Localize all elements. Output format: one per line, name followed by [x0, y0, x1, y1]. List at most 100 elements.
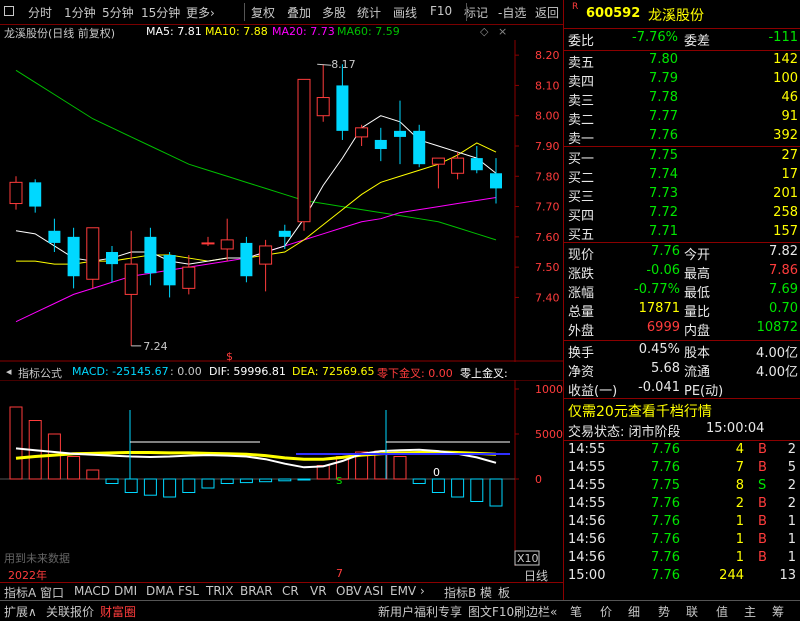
bid-row[interactable]: 买五 7.71 157: [564, 224, 800, 243]
candle[interactable]: [374, 127, 387, 162]
candle[interactable]: [124, 230, 138, 346]
indicator-tab-8[interactable]: CR: [282, 584, 299, 598]
stat-row: 涨幅 -0.77% 最低 7.69: [564, 282, 800, 301]
status-item-8[interactable]: 细: [628, 603, 640, 620]
status-item-7[interactable]: 价: [600, 603, 612, 620]
status-item-6[interactable]: 笔: [570, 603, 582, 620]
ask-row[interactable]: 卖五 7.80 142: [564, 52, 800, 71]
candle[interactable]: [9, 176, 23, 210]
candle-body: [394, 130, 406, 137]
promo-text[interactable]: 仅需20元查看千档行情: [568, 401, 712, 421]
candle[interactable]: [163, 252, 176, 298]
macd-bar: [86, 469, 100, 480]
candle[interactable]: [48, 218, 61, 252]
status-item-9[interactable]: 势: [658, 603, 670, 620]
indicator-tab-15[interactable]: 模: [480, 584, 492, 601]
indicator-tab-13[interactable]: ›: [420, 584, 425, 598]
candle[interactable]: [355, 124, 369, 146]
toolbar-item-6[interactable]: 叠加: [287, 4, 311, 21]
indicator-tab-4[interactable]: DMA: [146, 584, 174, 598]
bid-row[interactable]: 买二 7.74 17: [564, 167, 800, 186]
status-item-13[interactable]: 筹: [772, 603, 784, 620]
ask-row[interactable]: 卖四 7.79 100: [564, 71, 800, 90]
bid-row[interactable]: 买一 7.75 27: [564, 148, 800, 167]
ask-row[interactable]: 卖一 7.76 392: [564, 128, 800, 147]
bid-row[interactable]: 买三 7.73 201: [564, 186, 800, 205]
indicator-tab-10[interactable]: OBV: [336, 584, 362, 598]
candle[interactable]: [278, 224, 291, 249]
candle[interactable]: [451, 152, 465, 180]
indicator-tab-2[interactable]: MACD: [74, 584, 110, 598]
x10-label[interactable]: X10: [517, 552, 539, 565]
candle[interactable]: [470, 146, 483, 174]
candle[interactable]: [316, 64, 330, 122]
window-menu-icon[interactable]: [4, 6, 14, 16]
indicator-name[interactable]: 指标公式: [18, 365, 62, 381]
toolbar-item-12[interactable]: -自选: [498, 4, 526, 21]
timeline-month: 7: [336, 567, 343, 580]
ask-row[interactable]: 卖二 7.77 91: [564, 109, 800, 128]
candle[interactable]: [297, 78, 311, 231]
candle[interactable]: [240, 236, 253, 283]
status-item-2[interactable]: 财富圈: [100, 603, 136, 620]
indicator-tab-3[interactable]: DMI: [114, 584, 137, 598]
stat-value: 7.69: [769, 282, 798, 297]
indicator-tab-14[interactable]: 指标B: [444, 584, 476, 601]
candle[interactable]: [490, 158, 502, 204]
close-icon[interactable]: ×: [498, 25, 507, 38]
bid-row[interactable]: 买四 7.72 258: [564, 205, 800, 224]
status-item-4[interactable]: 图文F10: [468, 603, 514, 620]
candle[interactable]: [144, 227, 157, 286]
candle[interactable]: [431, 157, 445, 189]
toolbar-item-3[interactable]: 15分钟: [141, 4, 180, 21]
indicator-tab-6[interactable]: TRIX: [206, 584, 233, 598]
toolbar-item-13[interactable]: 返回: [535, 4, 559, 21]
indicator-tab-16[interactable]: 板: [498, 584, 510, 601]
toolbar-item-11[interactable]: 标记: [464, 4, 488, 21]
status-item-0[interactable]: 扩展∧: [4, 603, 37, 620]
candle[interactable]: [29, 179, 42, 213]
toolbar-item-7[interactable]: 多股: [322, 4, 346, 21]
candle[interactable]: [182, 255, 196, 295]
candle[interactable]: [336, 64, 349, 140]
candle[interactable]: [106, 245, 118, 283]
status-item-3[interactable]: 新用户福利专享: [378, 603, 462, 620]
macd-chart[interactable]: 10000 5000 0 S 0 用到未来数据 X10: [0, 380, 563, 566]
promo-row[interactable]: 仅需20元查看千档行情: [564, 401, 800, 420]
event-marker[interactable]: $: [226, 350, 233, 362]
indicator-tab-11[interactable]: ASI: [364, 584, 383, 598]
toolbar-item-10[interactable]: F10: [430, 4, 452, 18]
toolbar-item-0[interactable]: 分时: [28, 4, 52, 21]
candle[interactable]: [67, 227, 80, 289]
tick-side: B: [758, 532, 767, 547]
indicator-tab-12[interactable]: EMV: [390, 584, 416, 598]
indicator-tab-7[interactable]: BRAR: [240, 584, 273, 598]
stat2-label: 股本: [684, 346, 711, 361]
toolbar-item-8[interactable]: 统计: [357, 4, 381, 21]
status-item-12[interactable]: 主: [744, 603, 756, 620]
tick-side: B: [758, 442, 767, 457]
indicator-tab-0[interactable]: 指标A: [4, 584, 36, 601]
ask-row[interactable]: 卖三 7.78 46: [564, 90, 800, 109]
candle[interactable]: [413, 124, 426, 168]
status-item-10[interactable]: 联: [686, 603, 698, 620]
toolbar-item-9[interactable]: 画线: [393, 4, 417, 21]
candle[interactable]: [259, 239, 273, 292]
candle[interactable]: [394, 100, 406, 165]
status-item-5[interactable]: 刷边栏«: [514, 603, 557, 620]
settings-icon[interactable]: ◇: [480, 25, 488, 38]
candle[interactable]: [220, 218, 234, 262]
indicator-tab-5[interactable]: FSL: [178, 584, 199, 598]
indicator-expand-icon[interactable]: ◂: [6, 365, 12, 378]
status-item-1[interactable]: 关联报价: [46, 603, 94, 620]
status-item-11[interactable]: 值: [716, 603, 728, 620]
candle[interactable]: [201, 236, 215, 246]
toolbar-item-5[interactable]: 复权: [251, 4, 275, 21]
toolbar-item-2[interactable]: 5分钟: [102, 4, 134, 21]
candlestick-chart[interactable]: 8.20 8.10 8.00 7.90 7.80 7.70 7.60 7.50 7.40 8.17…: [0, 40, 563, 362]
indicator-tab-9[interactable]: VR: [310, 584, 327, 598]
candle[interactable]: [86, 227, 100, 289]
toolbar-item-1[interactable]: 1分钟: [64, 4, 96, 21]
toolbar-item-4[interactable]: 更多›: [186, 4, 215, 21]
indicator-tab-1[interactable]: 窗口: [40, 584, 64, 601]
